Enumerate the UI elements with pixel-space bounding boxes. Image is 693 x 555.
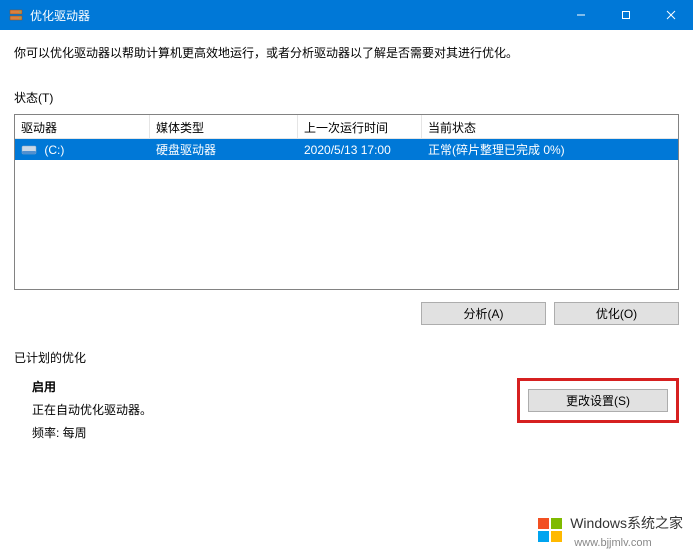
app-icon xyxy=(8,7,24,23)
window-controls xyxy=(558,0,693,30)
header-lastrun[interactable]: 上一次运行时间 xyxy=(298,115,422,138)
watermark-text: Windows系统之家 xyxy=(570,515,683,531)
scheduled-title: 已计划的优化 xyxy=(14,349,679,366)
header-media[interactable]: 媒体类型 xyxy=(150,115,298,138)
cell-lastrun: 2020/5/13 17:00 xyxy=(298,141,422,159)
cell-status: 正常(碎片整理已完成 0%) xyxy=(422,139,678,160)
drive-label: (C:) xyxy=(44,143,64,157)
drive-icon xyxy=(21,144,37,156)
scheduled-freq: 频率: 每周 xyxy=(32,424,517,441)
scheduled-enabled: 启用 xyxy=(32,378,517,395)
description-text: 你可以优化驱动器以帮助计算机更高效地运行，或者分析驱动器以了解是否需要对其进行优… xyxy=(14,44,679,61)
maximize-button[interactable] xyxy=(603,0,648,30)
scheduled-desc: 正在自动优化驱动器。 xyxy=(32,401,517,418)
table-header: 驱动器 媒体类型 上一次运行时间 当前状态 xyxy=(15,115,678,139)
cell-media: 硬盘驱动器 xyxy=(150,139,298,160)
close-button[interactable] xyxy=(648,0,693,30)
watermark-url: www.bjjmlv.com xyxy=(574,537,651,549)
content-area: 你可以优化驱动器以帮助计算机更高效地运行，或者分析驱动器以了解是否需要对其进行优… xyxy=(0,30,693,441)
optimize-button[interactable]: 优化(O) xyxy=(554,302,679,325)
scheduled-info: 启用 正在自动优化驱动器。 频率: 每周 xyxy=(14,378,517,441)
window-title: 优化驱动器 xyxy=(30,7,558,24)
change-settings-button[interactable]: 更改设置(S) xyxy=(528,389,668,412)
minimize-button[interactable] xyxy=(558,0,603,30)
status-label: 状态(T) xyxy=(14,89,679,106)
analyze-button[interactable]: 分析(A) xyxy=(421,302,546,325)
scheduled-section: 已计划的优化 启用 正在自动优化驱动器。 频率: 每周 更改设置(S) xyxy=(14,349,679,441)
cell-drive: (C:) xyxy=(15,141,150,159)
titlebar: 优化驱动器 xyxy=(0,0,693,30)
header-status[interactable]: 当前状态 xyxy=(422,115,678,138)
header-drive[interactable]: 驱动器 xyxy=(15,115,150,138)
windows-logo-icon xyxy=(536,516,564,547)
action-buttons: 分析(A) 优化(O) xyxy=(14,302,679,325)
change-settings-highlight: 更改设置(S) xyxy=(517,378,679,423)
drive-table: 驱动器 媒体类型 上一次运行时间 当前状态 (C:) 硬盘驱动器 2020/5/… xyxy=(14,114,679,290)
watermark: Windows系统之家 www.bjjmlv.com xyxy=(536,513,683,549)
table-row[interactable]: (C:) 硬盘驱动器 2020/5/13 17:00 正常(碎片整理已完成 0%… xyxy=(15,139,678,160)
